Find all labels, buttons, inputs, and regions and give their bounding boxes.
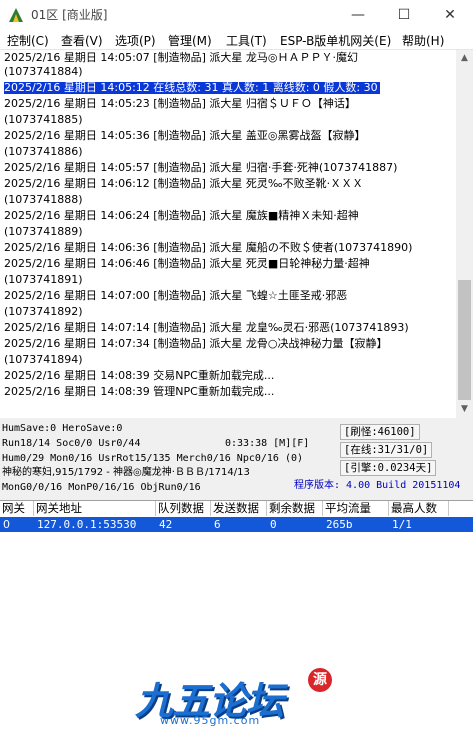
maximize-button[interactable]: ☐ (381, 0, 427, 30)
menu-options[interactable]: 选项(P) (115, 32, 156, 49)
engine-box: [引擎:0.0234天] (340, 460, 437, 476)
menu-tools[interactable]: 工具(T) (226, 32, 267, 49)
refresh-box: [刷怪:46100] (340, 424, 420, 440)
col-header-gateway[interactable]: 网关 (0, 501, 34, 516)
col-header-remaining[interactable]: 剩余数据 (267, 501, 323, 516)
item-status: 神秘的寒妇,915/1792 - 神器◎魔龙神·ＢＢＢ/1714/13 (2, 467, 250, 478)
log-line: 2025/2/16 星期日 14:06:36 [制造物品] 派大星 魔船の不败＄… (4, 241, 413, 254)
log-line: (1073741889) (4, 225, 83, 238)
log-panel[interactable]: 2025/2/16 星期日 14:05:07 [制造物品] 派大星 龙马◎ＨＡＰ… (0, 50, 457, 418)
cell-address: 127.0.0.1:53530 (37, 518, 137, 531)
save-status: HumSave:0 HeroSave:0 (2, 423, 123, 434)
status-panel: HumSave:0 HeroSave:0 Run18/14 Soc0/0 Usr… (0, 418, 473, 500)
log-line: 2025/2/16 星期日 14:07:00 [制造物品] 派大星 飞蝗☆土匪圣… (4, 289, 348, 302)
menu-bar: 控制(C) 查看(V) 选项(P) 管理(M) 工具(T) ESP-B版单机网关… (0, 30, 473, 50)
log-line: (1073741885) (4, 113, 83, 126)
menu-help[interactable]: 帮助(H) (402, 32, 444, 49)
window-title: 01区 [商业版] (31, 8, 108, 22)
cell-queue: 42 (159, 518, 173, 531)
log-line: 2025/2/16 星期日 14:05:07 [制造物品] 派大星 龙马◎ＨＡＰ… (4, 51, 358, 64)
col-header-address[interactable]: 网关地址 (34, 501, 156, 516)
log-line: 2025/2/16 星期日 14:07:14 [制造物品] 派大星 龙皇‰灵石·… (4, 321, 409, 334)
log-scrollbar[interactable]: ▲ ▼ (456, 50, 473, 418)
monster-status: MonG0/0/16 MonP0/16/16 ObjRun0/16 (2, 482, 201, 493)
log-line: 2025/2/16 星期日 14:05:57 [制造物品] 派大星 归宿·手套·… (4, 161, 398, 174)
forum-watermark-logo: 九五论坛 源 www.95gm.com (130, 668, 340, 730)
close-button[interactable]: ✕ (427, 0, 473, 30)
version-label: 程序版本: 4.00 Build 20151104 (294, 480, 461, 491)
menu-esp-gateway[interactable]: ESP-B版单机网关(E) (280, 32, 391, 49)
watermark-url: www.95gm.com (160, 714, 261, 727)
app-icon (9, 8, 23, 22)
cell-max-users: 1/1 (392, 518, 412, 531)
menu-control[interactable]: 控制(C) (7, 32, 49, 49)
col-header-max-users[interactable]: 最高人数 (389, 501, 449, 516)
title-bar: 01区 [商业版] — ☐ ✕ (0, 0, 473, 30)
human-status: Hum0/29 Mon0/16 UsrRot15/135 Merch0/16 N… (2, 453, 304, 464)
menu-manage[interactable]: 管理(M) (168, 32, 212, 49)
cell-sent: 6 (214, 518, 221, 531)
menu-view[interactable]: 查看(V) (61, 32, 103, 49)
table-row[interactable]: 0 127.0.0.1:53530 42 6 0 265b 1/1 (0, 517, 473, 532)
cell-avg-traffic: 265b (326, 518, 353, 531)
scroll-up-icon[interactable]: ▲ (456, 50, 473, 67)
col-header-queue[interactable]: 队列数据 (156, 501, 211, 516)
log-line: 2025/2/16 星期日 14:05:23 [制造物品] 派大星 归宿＄ＵＦＯ… (4, 97, 356, 110)
log-line: (1073741884) (4, 65, 83, 78)
col-header-avg-traffic[interactable]: 平均流量 (323, 501, 389, 516)
run-status: Run18/14 Soc0/0 Usr0/44 (2, 438, 141, 449)
log-line: 2025/2/16 星期日 14:05:36 [制造物品] 派大星 盖亚◎黑雾战… (4, 129, 366, 142)
log-line: (1073741894) (4, 353, 83, 366)
minimize-button[interactable]: — (335, 0, 381, 30)
log-line: (1073741886) (4, 145, 83, 158)
scroll-down-icon[interactable]: ▼ (456, 401, 473, 418)
cell-remaining: 0 (270, 518, 277, 531)
uptime-timer: 0:33:38 [M][F] (225, 438, 310, 449)
online-box: [在线:31/31/0] (340, 442, 433, 458)
log-line: 2025/2/16 星期日 14:07:34 [制造物品] 派大星 龙骨○决战神… (4, 337, 388, 350)
watermark-seal-icon: 源 (308, 668, 332, 692)
col-header-sent[interactable]: 发送数据 (211, 501, 267, 516)
log-line: 2025/2/16 星期日 14:06:24 [制造物品] 派大星 魔族■精神Ｘ… (4, 209, 359, 222)
log-line: (1073741888) (4, 193, 83, 206)
cell-gateway: 0 (3, 518, 10, 531)
log-line: 2025/2/16 星期日 14:06:46 [制造物品] 派大星 死灵■日轮神… (4, 257, 370, 270)
scroll-thumb[interactable] (458, 280, 471, 400)
log-line: (1073741892) (4, 305, 83, 318)
log-line: 2025/2/16 星期日 14:08:39 管理NPC重新加载完成... (4, 385, 275, 398)
log-line: (1073741891) (4, 273, 83, 286)
log-line: 2025/2/16 星期日 14:06:12 [制造物品] 派大星 死灵‰不败圣… (4, 177, 364, 190)
log-line: 2025/2/16 星期日 14:08:39 交易NPC重新加载完成... (4, 369, 275, 382)
log-line-selected: 2025/2/16 星期日 14:05:12 在线总数: 31 真人数: 1 离… (4, 81, 380, 94)
